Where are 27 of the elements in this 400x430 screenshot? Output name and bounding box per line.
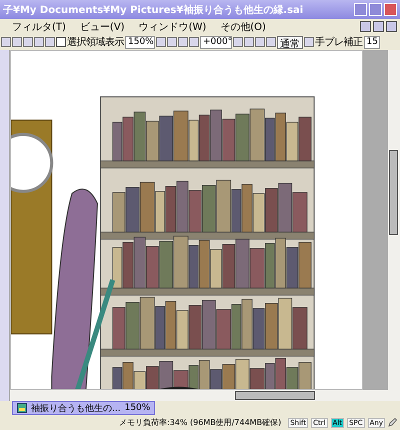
menu-item[interactable]: フィルタ(T)	[12, 20, 66, 34]
vertical-scrollbar[interactable]	[388, 50, 400, 390]
scrollbar-thumb[interactable]	[235, 391, 315, 400]
zoom-field[interactable]: 150%	[125, 36, 155, 48]
checkbox-label: 選択領域表示	[67, 36, 124, 49]
menu-item[interactable]: ビュー(V)	[80, 20, 125, 34]
minimize-button[interactable]	[360, 21, 371, 32]
memory-status: メモリ負荷率:34% (96MB使用/744MB確保)	[119, 417, 282, 428]
document-tab[interactable]: 袖振り合うも他生の... 150%	[12, 401, 156, 415]
pen-icon	[388, 418, 397, 427]
image-icon	[17, 403, 27, 413]
angle-field[interactable]: +000°	[200, 36, 232, 48]
window-title: 子¥My Documents¥My Pictures¥袖振り合うも他生の縁.sai	[3, 4, 304, 16]
menu-item[interactable]: ウィンドウ(W)	[138, 20, 206, 34]
stabilizer-label: 手ブレ補正	[315, 36, 362, 49]
menu-item[interactable]: その他(O)	[220, 20, 266, 34]
blend-mode-button[interactable]: 通常	[277, 36, 303, 48]
document-name: 袖振り合うも他生の...	[31, 402, 121, 414]
stabilizer-field[interactable]: 15	[364, 36, 380, 48]
horizontal-scrollbar[interactable]	[10, 390, 400, 401]
restore-button[interactable]	[373, 21, 384, 32]
document-zoom: 150%	[124, 403, 150, 413]
maximize-button[interactable]	[369, 3, 382, 16]
toolbar-button[interactable]	[304, 37, 314, 47]
close-button[interactable]	[386, 21, 397, 32]
selection-checkbox[interactable]	[56, 37, 66, 47]
scrollbar-thumb[interactable]	[389, 150, 398, 235]
